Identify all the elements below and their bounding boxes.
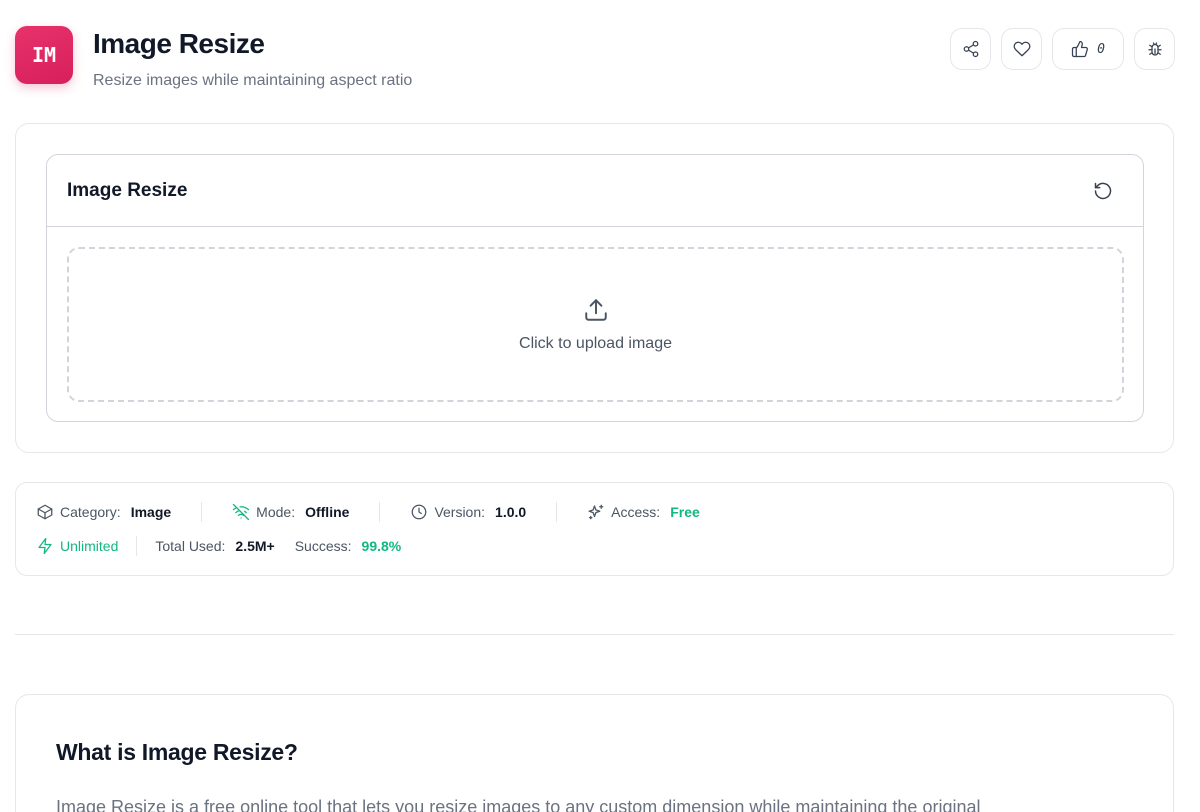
category-label: Category: bbox=[60, 504, 121, 520]
separator bbox=[201, 502, 203, 522]
meta-version: Version: 1.0.0 bbox=[410, 503, 526, 521]
page-header: IM Image Resize Resize images while main… bbox=[15, 26, 1175, 96]
upload-prompt: Click to upload image bbox=[519, 334, 672, 352]
separator bbox=[556, 502, 558, 522]
total-used-label: Total Used: bbox=[155, 538, 226, 554]
zap-icon bbox=[38, 537, 52, 555]
clock-icon bbox=[412, 504, 427, 520]
about-title: What is Image Resize? bbox=[56, 739, 298, 765]
about-description: Image Resize is a free online tool that … bbox=[56, 797, 981, 812]
header-actions: 0 bbox=[950, 28, 1175, 70]
page-subtitle: Resize images while maintaining aspect r… bbox=[93, 72, 413, 89]
tool-header: Image Resize bbox=[47, 155, 1143, 227]
meta-mode: Mode: Offline bbox=[232, 503, 349, 521]
separator bbox=[136, 536, 138, 556]
meta-success: Success: 99.8% bbox=[295, 538, 402, 554]
access-label: Access: bbox=[611, 504, 661, 520]
box-icon bbox=[37, 504, 53, 520]
reset-button[interactable] bbox=[1091, 179, 1115, 203]
wifi-off-icon bbox=[233, 503, 250, 521]
like-button[interactable]: 0 bbox=[1052, 28, 1124, 70]
success-label: Success: bbox=[294, 538, 352, 554]
upload-dropzone[interactable]: Click to upload image bbox=[67, 247, 1124, 402]
meta-category: Category: Image bbox=[36, 503, 171, 521]
tool-meta-card: Category: Image Mode: Offline Version: 1… bbox=[15, 482, 1174, 576]
separator bbox=[379, 502, 381, 522]
page-title: Image Resize bbox=[93, 28, 265, 59]
like-count: 0 bbox=[1097, 41, 1105, 57]
mode-value: Offline bbox=[305, 504, 350, 520]
meta-row-secondary: Unlimited Total Used: 2.5M+ Success: 99.… bbox=[36, 536, 401, 556]
sparkles-icon bbox=[588, 504, 604, 520]
meta-unlimited: Unlimited bbox=[36, 537, 118, 555]
meta-total-used: Total Used: 2.5M+ bbox=[155, 538, 274, 554]
share-icon bbox=[963, 40, 978, 58]
version-label: Version: bbox=[434, 504, 486, 520]
tool-container: Image Resize Click to upload image bbox=[15, 123, 1174, 453]
success-value: 99.8% bbox=[361, 538, 402, 554]
version-value: 1.0.0 bbox=[495, 504, 527, 520]
tool-card: Image Resize Click to upload image bbox=[46, 154, 1144, 422]
report-bug-button[interactable] bbox=[1134, 28, 1175, 70]
meta-access: Access: Free bbox=[587, 503, 700, 521]
favorite-button[interactable] bbox=[1001, 28, 1042, 70]
thumbs-up-icon bbox=[1071, 40, 1089, 58]
app-logo: IM bbox=[15, 26, 73, 84]
mode-label: Mode: bbox=[256, 504, 296, 520]
rotate-ccw-icon bbox=[1094, 182, 1112, 200]
about-section: What is Image Resize? Image Resize is a … bbox=[15, 694, 1174, 812]
unlimited-label: Unlimited bbox=[60, 538, 119, 554]
section-divider bbox=[15, 634, 1174, 635]
upload-icon bbox=[584, 298, 607, 321]
access-value: Free bbox=[670, 504, 700, 520]
logo-text: IM bbox=[31, 43, 57, 67]
total-used-value: 2.5M+ bbox=[235, 538, 275, 554]
tool-title: Image Resize bbox=[67, 180, 188, 201]
share-button[interactable] bbox=[950, 28, 991, 70]
meta-row-primary: Category: Image Mode: Offline Version: 1… bbox=[36, 502, 700, 522]
bug-icon bbox=[1147, 42, 1162, 56]
heart-icon bbox=[1013, 41, 1030, 57]
category-value: Image bbox=[130, 504, 172, 520]
